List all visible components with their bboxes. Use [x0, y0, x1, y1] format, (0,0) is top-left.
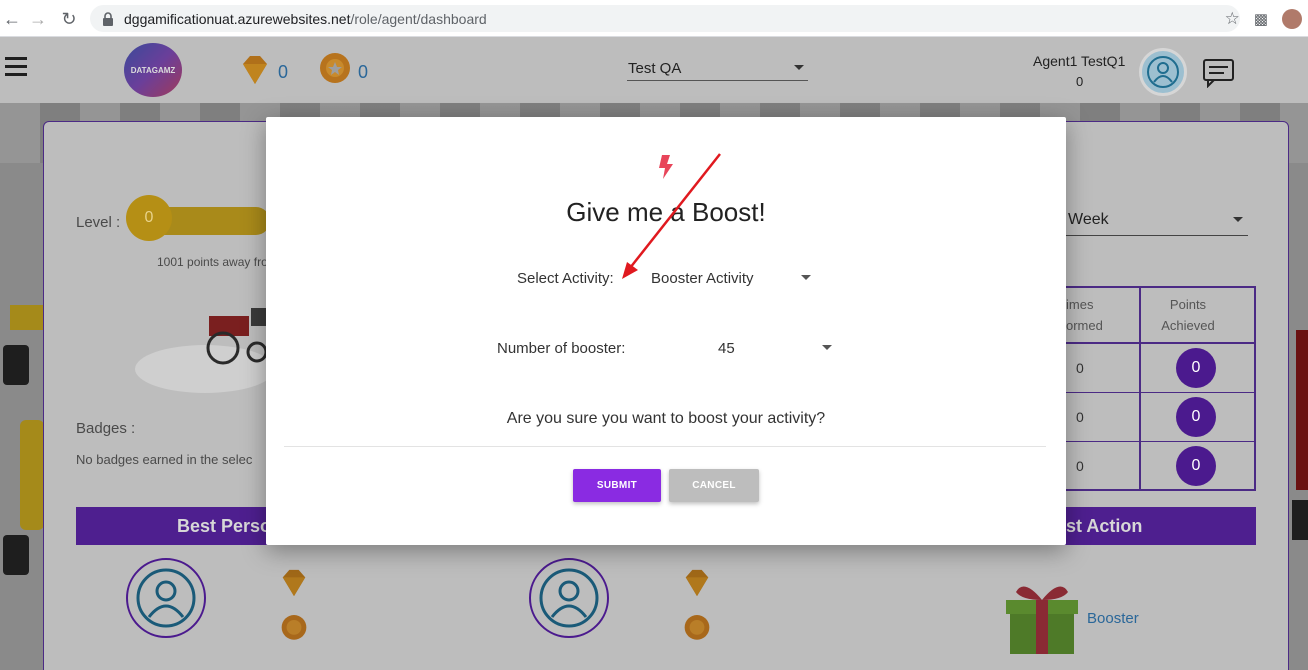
lightning-icon	[659, 155, 673, 179]
address-bar[interactable]: dggamificationuat.azurewebsites.net/role…	[90, 5, 1240, 32]
person-avatar-2[interactable]	[529, 558, 609, 638]
person-avatar-1[interactable]	[126, 558, 206, 638]
profile-avatar[interactable]	[1282, 8, 1302, 29]
back-icon[interactable]: ←	[0, 7, 24, 31]
url-text: dggamificationuat.azurewebsites.net/role…	[124, 11, 487, 27]
modal-divider	[284, 446, 1046, 447]
lock-icon	[103, 11, 113, 26]
col-times-line2: ormed	[1066, 318, 1103, 333]
gems-count: 0	[278, 62, 289, 82]
user-name: Agent1 TestQ1	[1033, 53, 1126, 69]
boost-modal: Give me a Boost! Select Activity: Booste…	[266, 117, 1066, 545]
team-select-underline	[627, 80, 808, 81]
logo-text: DATAGAMZ	[130, 65, 176, 75]
chat-icon[interactable]	[1202, 58, 1236, 88]
level-label: Level :	[76, 214, 121, 231]
points-away-text: 1001 points away fro	[157, 255, 268, 269]
badges-label: Badges :	[76, 420, 136, 437]
team-select[interactable]: Test QA	[628, 60, 681, 77]
user-avatar[interactable]	[1139, 48, 1187, 96]
modal-title: Give me a Boost!	[566, 197, 766, 227]
url-host: dggamificationuat.azurewebsites.net	[124, 10, 351, 27]
num-booster-label: Number of booster:	[497, 340, 626, 357]
row3-times: 0	[1076, 458, 1084, 474]
row2-times: 0	[1076, 409, 1084, 425]
level-value: 0	[126, 195, 172, 241]
browser-actions: ☆ ▩	[1225, 5, 1308, 32]
medal-icon	[281, 615, 307, 640]
confirm-text: Are you sure you want to boost your acti…	[506, 410, 826, 427]
stats-row-divider-2	[1052, 441, 1254, 442]
row1-times: 0	[1076, 360, 1084, 376]
gem-icon	[685, 569, 709, 597]
activity-chevron-down-icon[interactable]	[801, 275, 811, 280]
user-points: 0	[1076, 74, 1084, 89]
period-chevron-down-icon[interactable]	[1233, 217, 1243, 222]
col-points-line1: Points	[1169, 297, 1207, 312]
row1-points: 0	[1176, 348, 1216, 388]
select-activity-value[interactable]: Booster Activity	[651, 270, 754, 287]
best-action-title: st Action	[1066, 515, 1143, 536]
best-person-title: Best Perso	[177, 515, 272, 536]
period-select[interactable]: Week	[1068, 211, 1109, 229]
user-icon	[136, 568, 196, 628]
gift-icon	[1006, 586, 1078, 654]
gem-icon	[243, 56, 267, 84]
stats-row-divider-1	[1052, 392, 1254, 393]
forward-icon[interactable]: →	[26, 7, 50, 31]
booster-chevron-down-icon[interactable]	[822, 345, 832, 350]
num-booster-value[interactable]: 45	[718, 340, 735, 357]
star-icon[interactable]: ☆	[1225, 9, 1240, 29]
period-select-underline	[1066, 235, 1248, 236]
row3-points: 0	[1176, 446, 1216, 486]
medal-icon	[320, 53, 350, 83]
medals-count: 0	[358, 62, 369, 82]
user-icon	[1147, 56, 1179, 88]
col-points-line2: Achieved	[1161, 318, 1215, 333]
logo[interactable]: DATAGAMZ	[124, 43, 182, 97]
select-activity-label: Select Activity:	[517, 270, 614, 287]
menu-icon[interactable]	[5, 57, 27, 76]
left-car-decoration	[0, 300, 44, 580]
submit-button[interactable]: SUBMIT	[573, 469, 661, 502]
url-path: /role/agent/dashboard	[350, 10, 487, 27]
cancel-button[interactable]: CANCEL	[669, 469, 759, 502]
medal-icon	[684, 615, 710, 640]
right-car-decoration	[1292, 330, 1308, 610]
extensions-icon[interactable]: ▩	[1254, 10, 1268, 28]
col-times-line1: imes	[1066, 297, 1094, 312]
browser-toolbar: ← → ↻ dggamificationuat.azurewebsites.ne…	[0, 0, 1308, 37]
app-header: DATAGAMZ 0 0 Test QA Agent1 TestQ1 0	[0, 37, 1308, 103]
badges-empty-text: No badges earned in the selec	[76, 452, 253, 467]
team-select-chevron-down-icon[interactable]	[794, 65, 804, 70]
gem-icon	[282, 569, 306, 597]
user-icon	[539, 568, 599, 628]
row2-points: 0	[1176, 397, 1216, 437]
booster-link[interactable]: Booster	[1087, 610, 1139, 627]
reload-icon[interactable]: ↻	[57, 7, 81, 31]
rickshaw-icon	[206, 308, 268, 365]
